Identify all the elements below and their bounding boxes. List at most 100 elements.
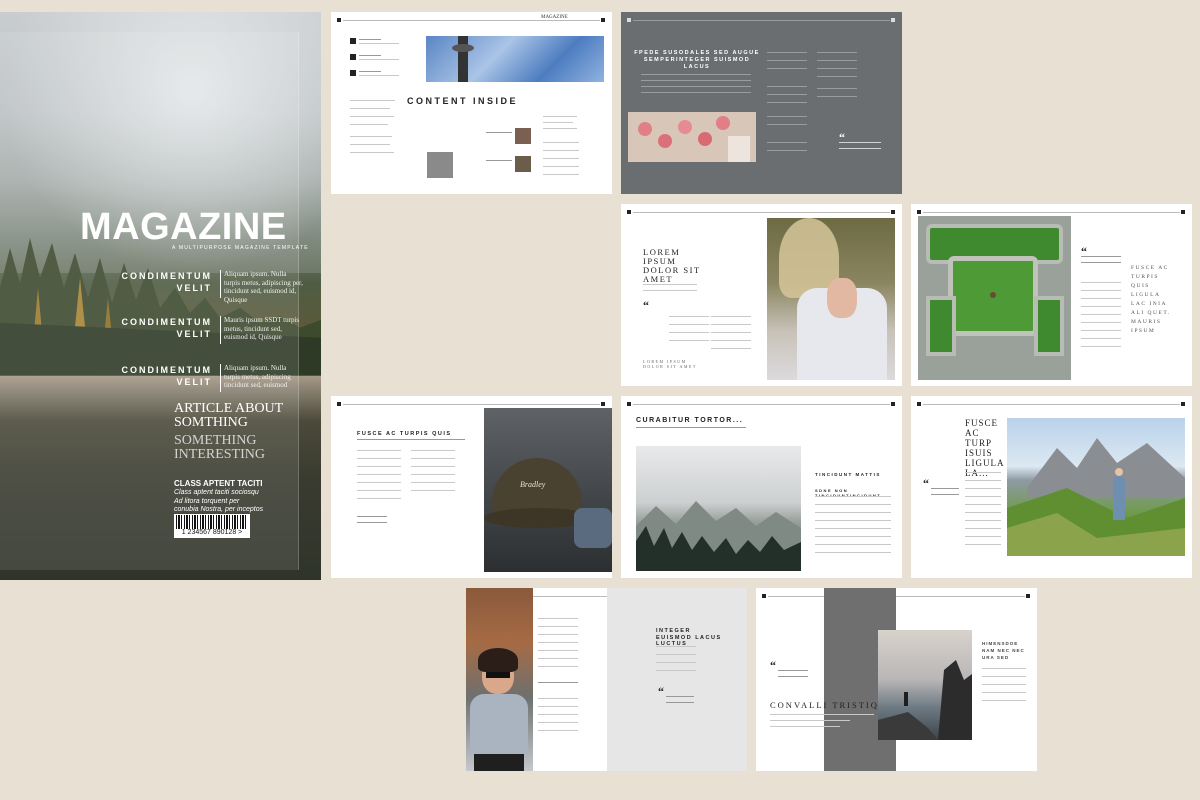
crop-mark xyxy=(601,402,605,406)
text-line xyxy=(359,55,381,56)
text-line xyxy=(656,662,696,663)
text-line xyxy=(350,100,395,101)
text-line xyxy=(350,136,392,137)
spread-grass: “ FUSCE AC TURPIS QUIS LIGULA LAC INIA A… xyxy=(911,204,1192,386)
text-line xyxy=(641,92,751,93)
text-line xyxy=(815,512,891,513)
crop-mark xyxy=(627,402,631,406)
text-line xyxy=(817,60,857,61)
rock-silhouette xyxy=(878,660,972,740)
barcode: 1 234567 890128 > xyxy=(174,514,250,538)
text-line xyxy=(543,116,577,117)
text-line xyxy=(656,646,696,647)
text-line xyxy=(538,642,578,643)
text-line xyxy=(538,722,578,723)
spread-cap: FUSCE AC TURPIS QUIS Bradley xyxy=(331,396,612,578)
text-line xyxy=(543,128,577,129)
spread-lorem: LOREM IPSUM DOLOR SIT AMET “ LOREM IPSUM… xyxy=(621,204,902,386)
mountain-hiker-photo xyxy=(1007,418,1185,556)
quote-mark: “ xyxy=(770,658,776,672)
text-line xyxy=(411,458,455,459)
misty-forest-photo xyxy=(636,446,801,571)
crop-mark xyxy=(1181,402,1185,406)
rose xyxy=(716,116,730,130)
text-line xyxy=(965,544,1001,545)
crop-mark xyxy=(891,210,895,214)
text-line xyxy=(965,520,1001,521)
crop-mark xyxy=(891,402,895,406)
crop-mark xyxy=(337,18,341,22)
text-line xyxy=(767,60,807,61)
text-line xyxy=(815,496,891,497)
text-line xyxy=(965,480,1001,481)
text-line xyxy=(357,490,401,491)
text-line xyxy=(357,522,387,523)
text-line xyxy=(359,71,381,72)
header-rule xyxy=(633,404,890,405)
text-line xyxy=(656,654,696,655)
text-line xyxy=(711,348,751,349)
header-rule xyxy=(633,212,890,213)
cover-title: MAGAZINE xyxy=(80,206,287,248)
text-line xyxy=(982,668,1026,669)
hiker-head xyxy=(1115,468,1123,476)
text-line xyxy=(666,702,694,703)
crop-mark xyxy=(627,18,631,22)
text-line xyxy=(538,714,578,715)
text-line xyxy=(641,80,751,81)
text-line xyxy=(711,316,751,317)
list-bullet xyxy=(350,70,356,76)
woman-rings-photo xyxy=(767,218,895,380)
crop-mark xyxy=(762,594,766,598)
text-line xyxy=(357,439,465,440)
text-line xyxy=(666,696,694,697)
tower-photo xyxy=(426,36,604,82)
text-line xyxy=(767,116,807,117)
text-line xyxy=(965,496,1001,497)
text-line xyxy=(538,626,578,627)
text-line xyxy=(359,39,381,40)
text-line xyxy=(543,122,573,123)
header-rule xyxy=(343,404,600,405)
text-line xyxy=(1081,256,1121,257)
tower-shape xyxy=(458,36,468,82)
pants-shape xyxy=(474,754,524,771)
rose xyxy=(678,120,692,134)
header-rule xyxy=(923,212,1180,213)
text-line xyxy=(839,142,881,143)
forest-silhouette xyxy=(636,501,801,571)
text-line xyxy=(538,682,578,683)
roses-photo xyxy=(628,112,756,162)
text-line xyxy=(486,160,512,161)
text-line xyxy=(538,698,578,699)
text-line xyxy=(357,458,401,459)
quote-mark: “ xyxy=(658,684,664,698)
text-line xyxy=(543,174,579,175)
feature-body: Aliquam ipsum. Nulla turpis metus, adipi… xyxy=(224,270,303,304)
cap-title: FUSCE AC TURPIS QUIS xyxy=(357,431,452,437)
tower-pod xyxy=(452,44,474,52)
text-line xyxy=(815,504,891,505)
hair-shape xyxy=(478,648,518,672)
text-line xyxy=(543,166,579,167)
text-line xyxy=(778,670,808,671)
text-line xyxy=(965,512,1001,513)
contents-title: CONTENT INSIDE xyxy=(407,96,519,106)
text-line xyxy=(643,290,697,291)
text-line xyxy=(711,332,751,333)
hand-shape xyxy=(827,278,857,318)
text-line xyxy=(817,52,857,53)
header-rule xyxy=(633,20,890,21)
barcode-bars xyxy=(176,515,248,529)
text-line xyxy=(350,144,390,145)
thumb-photo xyxy=(515,128,531,144)
crop-mark xyxy=(891,18,895,22)
text-line xyxy=(641,74,751,75)
article-line: SOMETHING xyxy=(174,433,257,448)
text-line xyxy=(656,670,696,671)
cap-logo: Bradley xyxy=(520,480,546,489)
text-line xyxy=(767,142,807,143)
cap-photo: Bradley xyxy=(484,408,612,572)
text-line xyxy=(767,124,807,125)
cover-article-2: SOMETHING INTERESTING xyxy=(174,434,265,462)
